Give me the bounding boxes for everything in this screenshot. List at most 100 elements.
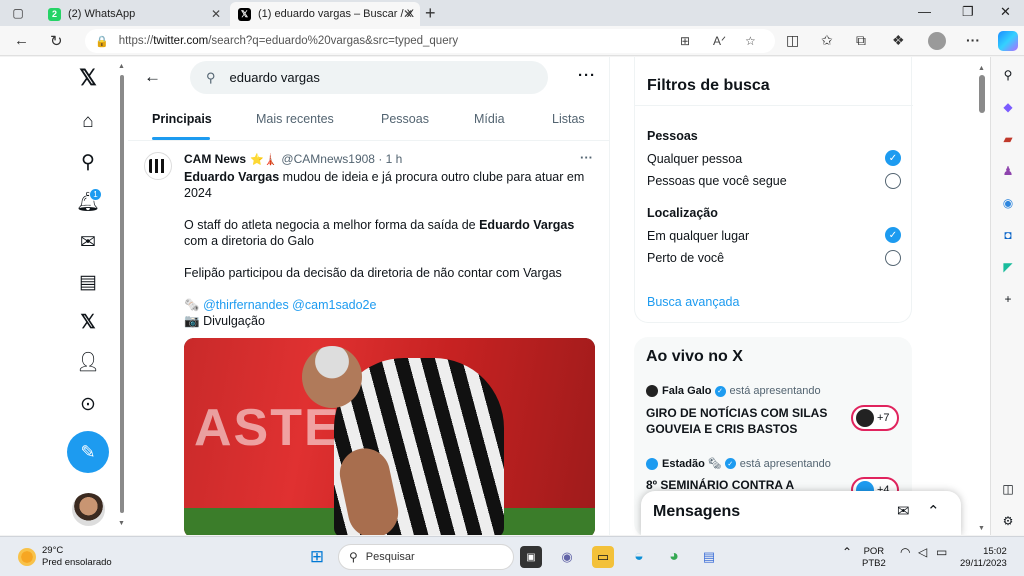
profile-avatar[interactable] (928, 32, 946, 50)
close-window-icon[interactable]: ✕ (1000, 4, 1011, 20)
search-input[interactable]: ⚲ eduardo vargas (190, 61, 548, 94)
tweet[interactable]: CAM News ⭐🗼 @CAMnews1908 · 1 h ··· Eduar… (128, 142, 610, 535)
send-icon[interactable]: ◤ (1000, 259, 1016, 275)
clock[interactable]: 15:02 29/11/2023 (960, 546, 1007, 570)
file-explorer-icon[interactable]: ▭ (592, 546, 614, 568)
scrollbar-thumb[interactable] (979, 75, 985, 113)
account-avatar[interactable] (72, 493, 105, 526)
expand-chevron-icon[interactable]: ⌃ (927, 502, 940, 520)
live-space-item[interactable]: Fala Galo ✓ está apresentando GIRO DE NO… (646, 385, 906, 455)
volume-icon[interactable]: ◁ (918, 546, 927, 558)
scroll-up-icon[interactable]: ▲ (978, 65, 985, 72)
x-logo-icon[interactable]: 𝕏 (75, 65, 101, 91)
tray-overflow-icon[interactable]: ⌃ (842, 546, 852, 558)
search-sidebar-icon[interactable]: ⚲ (1000, 67, 1016, 83)
task-view-icon[interactable]: ▣ (520, 546, 542, 568)
tab-listas[interactable]: Listas (552, 112, 585, 126)
x-left-nav: 𝕏 ⌂ ⚲ 🔔︎ 1 ✉ ▤ 𝕏 👤︎ ⊙ ✎ (60, 57, 116, 535)
camera-icon: 📷 (184, 314, 200, 328)
option-people-you-follow[interactable]: Pessoas que você segue (647, 174, 787, 188)
close-tab-icon[interactable]: ✕ (403, 7, 413, 21)
wifi-icon[interactable]: ◠ (900, 546, 910, 558)
battery-icon[interactable]: ▭ (936, 546, 947, 558)
radio-any-person[interactable]: ✓ (885, 150, 901, 166)
favorite-star-icon[interactable]: ☆ (745, 29, 756, 53)
tab-whatsapp[interactable]: 2 (2) WhatsApp ✕ (40, 2, 228, 26)
option-anywhere[interactable]: Em qualquer lugar (647, 229, 749, 243)
tweet-photo[interactable]: ASTE (184, 338, 595, 535)
radio-people-you-follow[interactable] (885, 173, 901, 189)
tweet-more-icon[interactable]: ··· (580, 150, 593, 165)
lists-icon[interactable]: ▤ (75, 269, 101, 295)
start-windows-icon[interactable]: ⊞ (306, 546, 328, 568)
read-aloud-icon[interactable]: Aᐟ (713, 29, 726, 53)
games-icon[interactable]: ♟ (1000, 163, 1016, 179)
scrollbar-thumb[interactable] (120, 75, 124, 513)
option-any-person[interactable]: Qualquer pessoa (647, 152, 742, 166)
tag-icon[interactable]: ◆ (1000, 99, 1016, 115)
tweet-handle-time[interactable]: @CAMnews1908 · 1 h (281, 152, 402, 166)
extensions-icon[interactable]: ❖ (892, 32, 905, 49)
settings-more-icon[interactable]: ··· (966, 32, 980, 48)
tweet-author-avatar[interactable] (144, 152, 172, 180)
profile-icon[interactable]: 👤︎ (75, 349, 101, 375)
radio-near-you[interactable] (885, 250, 901, 266)
tab-actions-icon[interactable]: ▢ (9, 4, 27, 22)
post-button[interactable]: ✎ (67, 431, 109, 473)
tweet-author-name[interactable]: CAM News (184, 152, 246, 166)
chrome-icon[interactable]: ◕ (663, 546, 685, 568)
sidebar-settings-icon[interactable]: ⚙ (1000, 513, 1016, 529)
refresh-icon[interactable]: ↻ (50, 32, 63, 50)
back-arrow-icon[interactable]: ← (144, 67, 161, 87)
more-options-icon[interactable]: ⊙ (75, 391, 101, 417)
listeners-pill[interactable]: +7 (851, 405, 899, 431)
option-near-you[interactable]: Perto de você (647, 251, 724, 265)
left-scrollbar[interactable]: ▲ ▼ (118, 63, 126, 527)
new-tab-icon[interactable]: + (425, 3, 436, 24)
tab-principais[interactable]: Principais (152, 112, 212, 126)
split-screen-icon[interactable]: ◫ (786, 32, 799, 49)
scroll-up-icon[interactable]: ▲ (118, 63, 125, 70)
collections-icon[interactable]: ⧉ (856, 32, 866, 49)
taskbar-search[interactable]: ⚲ Pesquisar (338, 544, 514, 570)
page-scrollbar[interactable]: ▲ ▼ (976, 65, 988, 533)
radio-anywhere[interactable]: ✓ (885, 227, 901, 243)
notepad-icon[interactable]: ▤ (698, 546, 720, 568)
add-icon[interactable]: + (1000, 291, 1016, 307)
scroll-down-icon[interactable]: ▼ (118, 520, 125, 527)
whatsapp-icon: 2 (48, 7, 61, 21)
outlook-icon[interactable]: ◘ (1000, 227, 1016, 243)
new-message-icon[interactable]: ✉ (897, 502, 910, 520)
messages-drawer[interactable]: Mensagens ✉ ⌃ (641, 491, 961, 535)
search-options-icon[interactable]: ··· (578, 67, 596, 84)
tweet-header: CAM News ⭐🗼 @CAMnews1908 · 1 h (184, 152, 402, 166)
premium-x-icon[interactable]: 𝕏 (75, 309, 101, 335)
maximize-icon[interactable]: ❐ (962, 4, 974, 20)
home-icon[interactable]: ⌂ (75, 109, 101, 135)
teams-chat-icon[interactable]: ◉ (556, 546, 578, 568)
apps-icon[interactable]: ⊞ (680, 29, 690, 53)
explore-search-icon[interactable]: ⚲ (75, 149, 101, 175)
mention-links[interactable]: @thirfernandes @cam1sado2e (203, 298, 376, 312)
favorites-icon[interactable]: ✩ (821, 32, 833, 49)
back-icon[interactable]: ← (14, 32, 29, 49)
search-filters-card: Filtros de busca Pessoas Qualquer pessoa… (634, 57, 913, 323)
tab-mais-recentes[interactable]: Mais recentes (256, 112, 334, 126)
briefcase-icon[interactable]: ▰ (1000, 131, 1016, 147)
newspaper-icon: 🗞️ (184, 298, 200, 312)
minimize-icon[interactable]: — (918, 4, 931, 19)
tab-midia[interactable]: Mídia (474, 112, 505, 126)
scroll-down-icon[interactable]: ▼ (978, 525, 985, 532)
copilot-icon[interactable] (998, 31, 1018, 51)
messages-envelope-icon[interactable]: ✉ (75, 229, 101, 255)
advanced-search-link[interactable]: Busca avançada (647, 295, 739, 309)
edge-browser-icon[interactable]: ◒ (628, 546, 650, 568)
language-indicator[interactable]: POR PTB2 (862, 546, 886, 570)
tab-search-x[interactable]: 𝕏 (1) eduardo vargas – Buscar / X ✕ (230, 2, 420, 26)
close-tab-icon[interactable]: ✕ (211, 7, 221, 21)
microsoft365-icon[interactable]: ◉ (1000, 195, 1016, 211)
address-bar[interactable]: 🔒 https://twitter.com/search?q=eduardo%2… (85, 29, 775, 53)
tab-pessoas[interactable]: Pessoas (381, 112, 429, 126)
weather-widget[interactable]: 29°C Pred ensolarado (18, 545, 112, 569)
sidebar-toggle-icon[interactable]: ◫ (1000, 481, 1016, 497)
